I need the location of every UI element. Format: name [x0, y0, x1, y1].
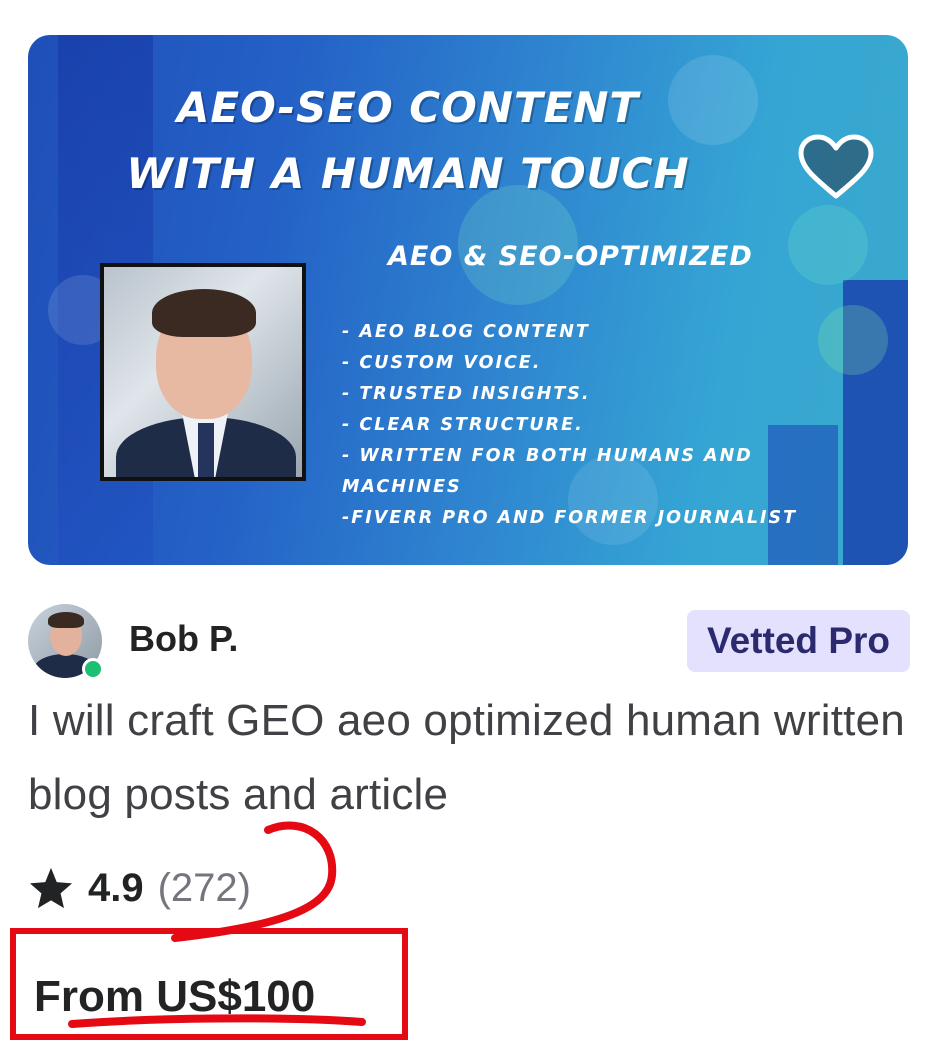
seller-info: Bob P. Vetted Pro: [28, 604, 912, 680]
thumbnail-bullet-list: - AEO BLOG CONTENT - CUSTOM VOICE. - TRU…: [342, 317, 812, 534]
gig-title[interactable]: I will craft GEO aeo optimized human wri…: [28, 684, 918, 832]
star-icon: [29, 867, 73, 909]
rating: 4.9 (272): [28, 860, 251, 916]
price: From US$100: [34, 972, 316, 1021]
thumbnail-bullet: - AEO BLOG CONTENT: [342, 322, 590, 342]
online-status-indicator: [82, 658, 104, 680]
price-highlight-box: From US$100: [10, 928, 408, 1040]
review-count: (272): [157, 865, 251, 910]
thumbnail-bullet: - WRITTEN FOR BOTH HUMANS AND MACHINES: [342, 446, 753, 497]
heart-icon: [798, 134, 874, 199]
seller-name[interactable]: Bob P.: [129, 618, 238, 660]
vetted-pro-badge: Vetted Pro: [687, 610, 910, 672]
thumbnail-subtitle: AEO & SEO-OPTIMIZED: [388, 241, 753, 272]
rating-value: 4.9: [88, 865, 144, 910]
seller-photo: [100, 263, 306, 481]
gig-thumbnail[interactable]: AEO-SEO CONTENT WITH A HUMAN TOUCH AEO &…: [28, 35, 908, 565]
thumbnail-bullet: - CLEAR STRUCTURE.: [342, 415, 584, 435]
thumbnail-bullet: -FIVERR PRO AND FORMER JOURNALIST: [342, 508, 798, 528]
gig-card[interactable]: AEO-SEO CONTENT WITH A HUMAN TOUCH AEO &…: [0, 0, 950, 1050]
thumbnail-bullet: - TRUSTED INSIGHTS.: [342, 384, 591, 404]
thumbnail-title-line2: WITH A HUMAN TOUCH: [126, 149, 690, 198]
favorite-button[interactable]: [796, 131, 876, 203]
thumbnail-bullet: - CUSTOM VOICE.: [342, 353, 542, 373]
thumbnail-title-line1: AEO-SEO CONTENT: [176, 83, 640, 132]
thumbnail-title: AEO-SEO CONTENT WITH A HUMAN TOUCH: [28, 75, 788, 207]
